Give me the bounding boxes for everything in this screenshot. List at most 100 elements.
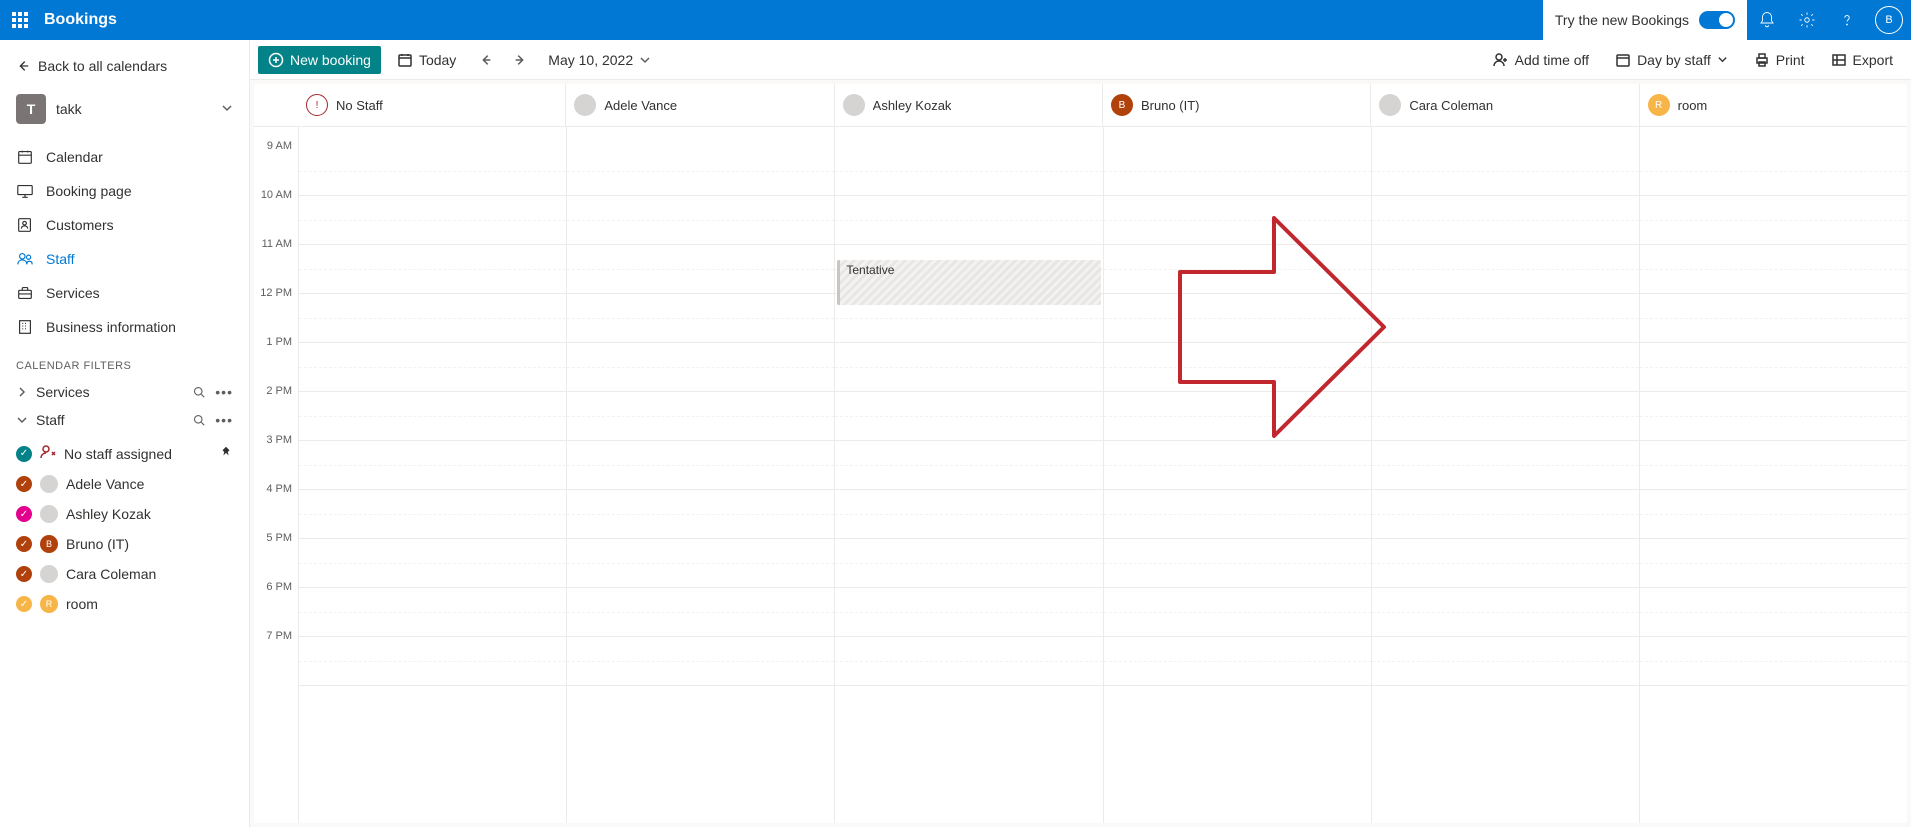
- prev-day-button[interactable]: [472, 46, 500, 74]
- staff-avatar: B: [40, 535, 58, 553]
- top-bar: Bookings Try the new Bookings B: [0, 0, 1911, 40]
- nav-calendar[interactable]: Calendar: [0, 140, 249, 174]
- staff-day-column[interactable]: [1371, 127, 1639, 823]
- chevron-down-icon: [639, 54, 651, 66]
- back-label: Back to all calendars: [38, 58, 167, 74]
- help-icon: [1838, 11, 1856, 29]
- staff-name: room: [66, 596, 98, 612]
- staff-header-avatar: [843, 94, 865, 116]
- calendar-name: takk: [56, 101, 82, 117]
- staff-header-avatar: [1379, 94, 1401, 116]
- export-button[interactable]: Export: [1821, 46, 1903, 74]
- try-new-bookings-panel: Try the new Bookings: [1543, 0, 1747, 40]
- staff-header-avatar: [574, 94, 596, 116]
- help-button[interactable]: [1827, 0, 1867, 40]
- plus-circle-icon: [268, 52, 284, 68]
- staff-header-name: Bruno (IT): [1141, 98, 1200, 113]
- staff-avatar: R: [40, 595, 58, 613]
- staff-header-name: Cara Coleman: [1409, 98, 1493, 113]
- person-plus-icon: [1493, 52, 1509, 68]
- export-label: Export: [1853, 52, 1893, 68]
- staff-name: Adele Vance: [66, 476, 144, 492]
- contacts-icon: [16, 216, 34, 234]
- staff-column-header[interactable]: Cara Coleman: [1370, 84, 1638, 126]
- staff-column-header[interactable]: BBruno (IT): [1102, 84, 1370, 126]
- arrow-left-icon: [479, 53, 493, 67]
- people-icon: [16, 250, 34, 268]
- staff-column-header[interactable]: Ashley Kozak: [834, 84, 1102, 126]
- staff-avatar: [40, 565, 58, 583]
- search-icon[interactable]: [193, 414, 205, 426]
- staff-day-column[interactable]: Tentative: [834, 127, 1102, 823]
- staff-day-column[interactable]: [298, 127, 566, 823]
- staff-column-header[interactable]: Adele Vance: [565, 84, 833, 126]
- staff-day-column[interactable]: [566, 127, 834, 823]
- time-gutter: 9 AM10 AM11 AM12 PM1 PM2 PM3 PM4 PM5 PM6…: [254, 127, 298, 823]
- try-new-bookings-toggle[interactable]: [1699, 11, 1735, 29]
- building-icon: [16, 318, 34, 336]
- staff-filter-item[interactable]: ✓No staff assigned: [0, 438, 249, 469]
- print-button[interactable]: Print: [1744, 46, 1815, 74]
- nav-label: Services: [46, 285, 100, 301]
- app-launcher-button[interactable]: [0, 0, 40, 40]
- nav-business-information[interactable]: Business information: [0, 310, 249, 344]
- add-time-off-label: Add time off: [1515, 52, 1589, 68]
- staff-day-column[interactable]: [1639, 127, 1907, 823]
- more-icon[interactable]: •••: [215, 412, 233, 428]
- calendar-picker[interactable]: T takk: [0, 84, 249, 134]
- day-columns: Tentative: [298, 127, 1907, 823]
- staff-filter-item[interactable]: ✓Adele Vance: [0, 469, 249, 499]
- staff-header-name: No Staff: [336, 98, 383, 113]
- print-label: Print: [1776, 52, 1805, 68]
- next-day-button[interactable]: [506, 46, 534, 74]
- chevron-down-icon: [16, 414, 28, 426]
- calendar-avatar: T: [16, 94, 46, 124]
- check-icon: ✓: [16, 506, 32, 522]
- export-icon: [1831, 52, 1847, 68]
- filter-staff[interactable]: Staff •••: [0, 406, 249, 434]
- nav-booking-page[interactable]: Booking page: [0, 174, 249, 208]
- staff-filter-item[interactable]: ✓Cara Coleman: [0, 559, 249, 589]
- staff-day-column[interactable]: [1103, 127, 1371, 823]
- today-label: Today: [419, 52, 456, 68]
- back-to-calendars-link[interactable]: Back to all calendars: [0, 48, 249, 84]
- calendar-toolbar: New booking Today May 10, 2022 Add time …: [250, 40, 1911, 80]
- pin-icon[interactable]: [219, 445, 233, 462]
- staff-header-name: Ashley Kozak: [873, 98, 952, 113]
- waffle-icon: [12, 12, 28, 28]
- no-staff-icon: [40, 444, 56, 463]
- staff-avatar: [40, 475, 58, 493]
- time-label: 7 PM: [254, 637, 298, 686]
- arrow-left-icon: [16, 59, 30, 73]
- nav-services[interactable]: Services: [0, 276, 249, 310]
- staff-filter-item[interactable]: ✓Ashley Kozak: [0, 499, 249, 529]
- check-icon: ✓: [16, 566, 32, 582]
- print-icon: [1754, 52, 1770, 68]
- staff-name: No staff assigned: [64, 446, 172, 462]
- staff-column-header[interactable]: Rroom: [1639, 84, 1907, 126]
- new-booking-label: New booking: [290, 52, 371, 68]
- staff-filter-item[interactable]: ✓BBruno (IT): [0, 529, 249, 559]
- today-button[interactable]: Today: [387, 46, 466, 74]
- more-icon[interactable]: •••: [215, 384, 233, 400]
- calendar-icon: [16, 148, 34, 166]
- notifications-button[interactable]: [1747, 0, 1787, 40]
- nav-staff[interactable]: Staff: [0, 242, 249, 276]
- try-new-bookings-label: Try the new Bookings: [1555, 12, 1689, 28]
- calendar-event[interactable]: Tentative: [837, 260, 1100, 305]
- staff-filter-item[interactable]: ✓Rroom: [0, 589, 249, 619]
- user-avatar[interactable]: B: [1875, 6, 1903, 34]
- sidebar: Back to all calendars T takk CalendarBoo…: [0, 40, 250, 827]
- search-icon[interactable]: [193, 386, 205, 398]
- staff-name: Bruno (IT): [66, 536, 129, 552]
- date-picker[interactable]: May 10, 2022: [540, 48, 659, 72]
- filter-services[interactable]: Services •••: [0, 378, 249, 406]
- staff-column-header[interactable]: !No Staff: [298, 84, 565, 126]
- new-booking-button[interactable]: New booking: [258, 46, 381, 74]
- view-select[interactable]: Day by staff: [1605, 46, 1738, 74]
- add-time-off-button[interactable]: Add time off: [1483, 46, 1599, 74]
- calendar-view-icon: [1615, 52, 1631, 68]
- nav-customers[interactable]: Customers: [0, 208, 249, 242]
- chevron-right-icon: [16, 386, 28, 398]
- settings-button[interactable]: [1787, 0, 1827, 40]
